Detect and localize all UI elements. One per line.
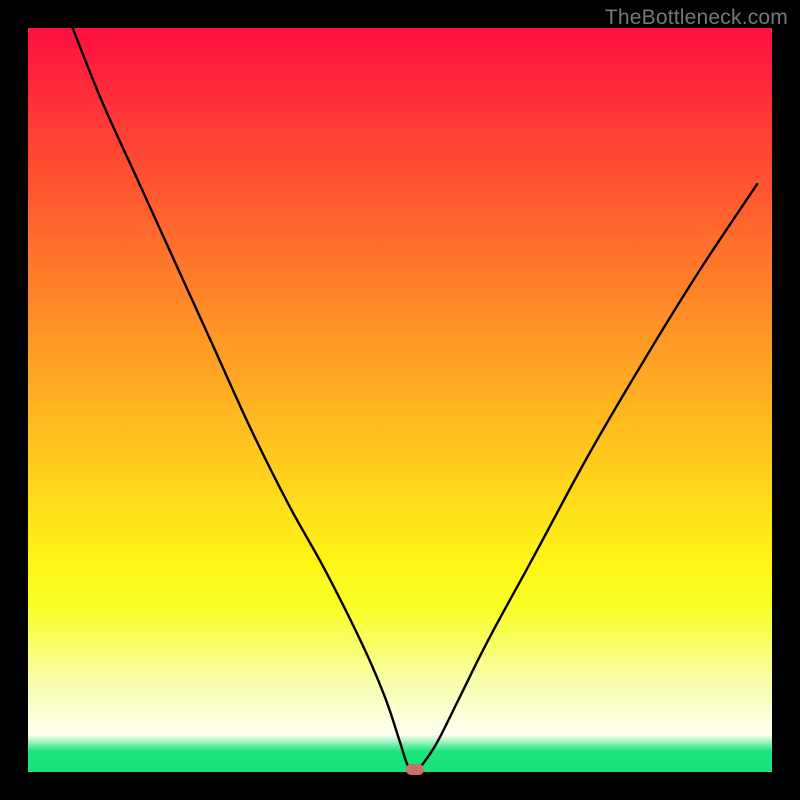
plot-area (28, 28, 772, 772)
optimal-marker (406, 764, 424, 775)
chart-frame: TheBottleneck.com (0, 0, 800, 800)
bottleneck-curve (28, 28, 772, 772)
watermark-text: TheBottleneck.com (605, 6, 788, 30)
